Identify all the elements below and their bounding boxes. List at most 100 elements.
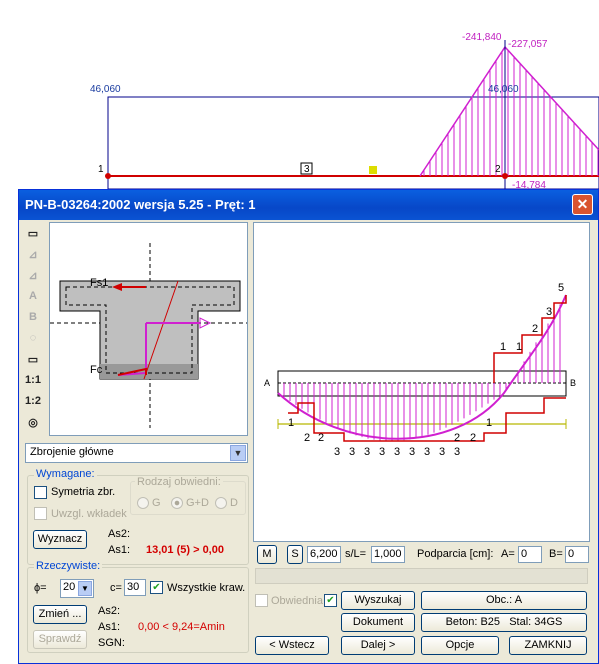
rodzaj-legend: Rodzaj obwiedni: <box>135 476 223 488</box>
bottom-count-2: 3 <box>349 446 355 458</box>
chevron-down-icon[interactable]: ▼ <box>230 445 246 461</box>
bottom-count-6: 3 <box>409 446 415 458</box>
wstecz-button[interactable]: < Wstecz <box>255 636 329 655</box>
target-icon[interactable]: ◎ <box>23 413 43 431</box>
bottom-count-8: 3 <box>439 446 445 458</box>
label-moment-max: -241,840 <box>462 32 502 43</box>
podparcia-label: Podparcia [cm]: <box>417 548 494 560</box>
sgn-label: SGN: <box>98 637 125 649</box>
obwiednia-label: Obwiednia <box>271 595 323 607</box>
cross-section-panel: Fs1 Fc <box>49 222 248 436</box>
top-count-5: 5 <box>558 282 564 294</box>
as2-actual-label: As2: <box>98 605 121 617</box>
side-count-4: 2 <box>454 432 460 444</box>
rodzaj-group: Rodzaj obwiedni: G G+D D <box>130 476 246 515</box>
uwzgl-label: Uwzgl. wkładek <box>51 508 127 520</box>
node-2-dot <box>502 173 508 179</box>
label-b: B <box>570 378 576 388</box>
top-count-3: 2 <box>532 323 538 335</box>
side-count-5: 2 <box>470 432 476 444</box>
obwiednia-toggle-checkbox[interactable]: ✔ <box>324 594 337 607</box>
symetria-checkbox[interactable] <box>34 486 47 499</box>
c-input[interactable]: 30 <box>124 579 146 596</box>
b-label: B= <box>549 548 563 560</box>
section-d-icon[interactable]: B <box>23 308 43 326</box>
load-marker <box>369 166 377 174</box>
bar-label-3: 3 <box>304 164 310 175</box>
wymagane-legend: Wymagane: <box>34 468 97 480</box>
radio-gd-label: G+D <box>186 497 209 509</box>
wyznacz-button[interactable]: Wyznacz <box>33 530 87 549</box>
as1-actual-label: As1: <box>98 621 121 633</box>
close-button[interactable]: ✕ <box>572 194 593 215</box>
reinforcement-type-select[interactable]: Zbrojenie główne ▼ <box>25 443 248 463</box>
left-toolbar: ▭ ⊿ ⊿ A B ◌ ▭ 1:1 1:2 ◎ <box>23 224 45 434</box>
obwiednia-checkbox[interactable] <box>255 594 268 607</box>
c-label: c= <box>110 582 122 594</box>
bottom-count-7: 3 <box>424 446 430 458</box>
phi-label: ϕ= <box>34 582 47 594</box>
sl-label: s/L= <box>345 548 367 560</box>
rzeczywiste-legend: Rzeczywiste: <box>34 560 103 572</box>
radio-d-label: D <box>230 497 238 509</box>
uwzgl-checkbox[interactable] <box>34 507 47 520</box>
bottom-count-3: 3 <box>364 446 370 458</box>
as1-actual-value: 0,00 < 9,24=Amin <box>138 621 225 633</box>
zamknij-button[interactable]: ZAMKNIJ <box>509 636 587 655</box>
phi-chevron-down-icon[interactable]: ▼ <box>78 581 92 596</box>
a-input[interactable]: 0 <box>518 546 542 563</box>
node-label-2: 2 <box>495 164 501 175</box>
dialog-titlebar[interactable]: PN-B-03264:2002 wersja 5.25 - Pręt: 1 ✕ <box>19 190 598 220</box>
as1-required-value: 13,01 (5) > 0,00 <box>146 544 224 556</box>
wymagane-group: Wymagane: Symetria zbr. Uwzgl. wkładek R… <box>27 468 249 565</box>
as2-required-label: As2: <box>108 528 131 540</box>
s-input[interactable]: 6,200 <box>307 546 341 563</box>
beam-panel: A B 1 1 2 3 5 1 2 2 2 2 1 3 3 3 3 3 3 3 … <box>253 222 590 542</box>
phi-select[interactable]: 20 ▼ <box>60 579 94 598</box>
node-label-1: 1 <box>98 164 104 175</box>
sprawdz-button[interactable]: Sprawdź <box>33 630 87 649</box>
ruler-icon[interactable]: ▭ <box>23 224 43 242</box>
section-c-icon[interactable]: A <box>23 287 43 305</box>
dialog-title: PN-B-03264:2002 wersja 5.25 - Pręt: 1 <box>25 197 256 212</box>
bottom-count-9: 3 <box>454 446 460 458</box>
bottom-count-5: 3 <box>394 446 400 458</box>
scale-icon[interactable]: ▭ <box>23 350 43 368</box>
top-count-1: 1 <box>500 341 506 353</box>
reinforcement-type-value: Zbrojenie główne <box>30 446 114 458</box>
radio-gd[interactable] <box>171 497 183 509</box>
wszystkie-checkbox[interactable]: ✔ <box>150 581 163 594</box>
progress-strip <box>255 568 588 584</box>
label-46060-right: 46,060 <box>488 84 519 95</box>
zmien-button[interactable]: Zmień ... <box>33 605 87 624</box>
bottom-count-1: 3 <box>334 446 340 458</box>
section-a-icon[interactable]: ⊿ <box>23 245 43 263</box>
side-count-2: 2 <box>304 432 310 444</box>
bottom-count-4: 3 <box>379 446 385 458</box>
symetria-label: Symetria zbr. <box>51 486 116 498</box>
opcje-button[interactable]: Opcje <box>421 636 499 655</box>
section-b-icon[interactable]: ⊿ <box>23 266 43 284</box>
radio-d[interactable] <box>215 497 227 509</box>
sl-input[interactable]: 1,000 <box>371 546 405 563</box>
wyszukaj-button[interactable]: Wyszukaj <box>341 591 415 610</box>
circle-icon[interactable]: ◌ <box>23 329 43 347</box>
label-46060-left: 46,060 <box>90 84 121 95</box>
as1-required-label: As1: <box>108 544 131 556</box>
dalej-button[interactable]: Dalej > <box>341 636 415 655</box>
ratio-1-2-button[interactable]: 1:2 <box>23 392 43 410</box>
label-fs1: Fs1 <box>90 277 108 289</box>
wszystkie-label: Wszystkie kraw. <box>167 582 246 594</box>
b-input[interactable]: 0 <box>565 546 589 563</box>
radio-g[interactable] <box>137 497 149 509</box>
obc-button[interactable]: Obc.: A <box>421 591 587 610</box>
node-1-dot <box>105 173 111 179</box>
label-moment-2: -227,057 <box>508 39 548 50</box>
ratio-1-1-button[interactable]: 1:1 <box>23 371 43 389</box>
s-button[interactable]: S <box>287 545 303 564</box>
dokument-button[interactable]: Dokument <box>341 613 415 632</box>
beton-stal-button[interactable]: Beton: B25 Stal: 34GS <box>421 613 587 632</box>
side-count-6: 1 <box>486 417 492 429</box>
m-button[interactable]: M <box>257 545 277 564</box>
beam-drawing: A B 1 1 2 3 5 1 2 2 2 2 1 3 3 3 3 3 3 3 … <box>264 282 576 458</box>
